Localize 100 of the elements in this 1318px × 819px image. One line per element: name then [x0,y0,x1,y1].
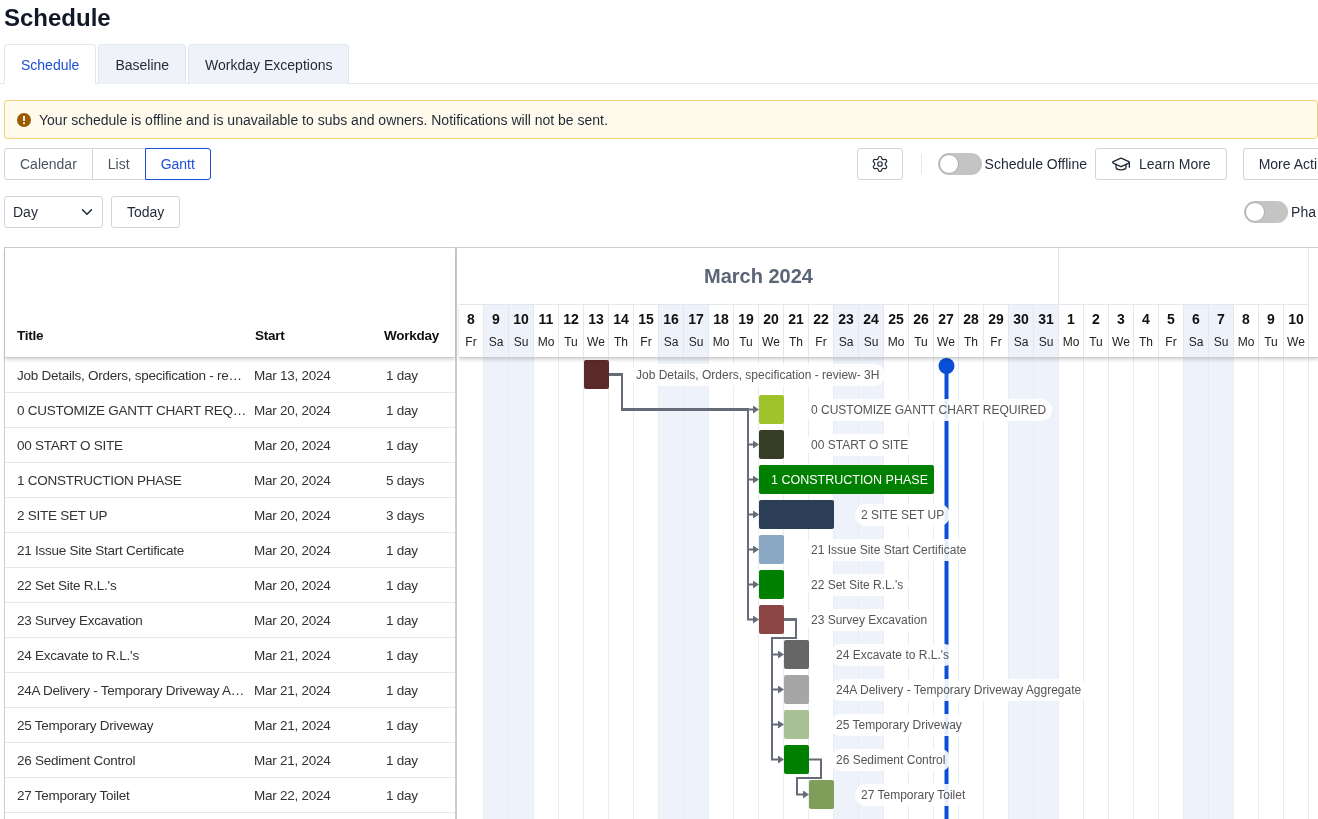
day-header: 8 Mo [1234,304,1259,357]
task-bar[interactable] [784,640,809,669]
workdays: 1 day [385,647,419,663]
day-header: 25 Mo [884,304,909,357]
day-header: 30 Sa [1009,304,1034,357]
task-bar[interactable] [759,535,784,564]
workdays: 1 day [385,787,419,803]
task-bar[interactable] [584,360,609,389]
day-header: 23 Sa [834,304,859,357]
workdays: 3 days [385,507,426,523]
task-title: 24A Delivery - Temporary Driveway A… [16,682,246,698]
more-actions-button[interactable]: More Acti [1242,148,1318,180]
bar-label: 22 Set Site R.L.'s [805,574,910,596]
toggle-switch[interactable] [1244,201,1289,223]
start-date: Mar 21, 2024 [254,752,332,768]
start-date: Mar 20, 2024 [254,507,332,523]
column-header: Start [254,328,286,343]
day-header: 5 Fr [1159,304,1184,357]
today-button[interactable]: Today [111,196,181,228]
day-header: 3 We [1109,304,1134,357]
day-header: 21 Th [784,304,809,357]
task-bar[interactable] [809,780,834,809]
task-title: 1 CONSTRUCTION PHASE [16,472,183,488]
toggle-label: Schedule Offline [984,156,1088,172]
view-switch-button[interactable]: List [91,148,146,180]
day-header: 26 Tu [909,304,934,357]
task-bar[interactable] [759,395,784,424]
task-title: 00 START O SITE [16,437,124,453]
task-title: 21 Issue Site Start Certificate [16,542,186,558]
day-header: 28 Th [959,304,984,357]
workdays: 1 day [385,612,419,628]
bar-label: 0 CUSTOMIZE GANTT CHART REQUIRED [805,399,1053,421]
day-header: 8 Fr [459,304,484,357]
tab[interactable]: Schedule [4,44,97,84]
task-bar[interactable] [759,605,784,634]
task-title: 24 Excavate to R.L.'s [16,647,140,663]
task-title: 27 Temporary Toilet [16,787,131,803]
task-bar[interactable] [784,745,809,774]
day-header: 13 We [584,304,609,357]
toggle-switch[interactable] [937,153,982,175]
day-header: 20 We [759,304,784,357]
start-date: Mar 20, 2024 [254,577,332,593]
day-header: 24 Su [859,304,884,357]
bar-label: 26 Sediment Control [830,749,952,771]
task-title: 22 Set Site R.L.'s [16,577,118,593]
start-date: Mar 20, 2024 [254,472,332,488]
day-header: 1 Mo [1059,304,1084,357]
day-header: 22 Fr [809,304,834,357]
workdays: 1 day [385,752,419,768]
day-header: 11 Mo [534,304,559,357]
day-header: 10 Su [509,304,534,357]
tab[interactable]: Workday Exceptions [188,44,350,84]
task-title: 26 Sediment Control [16,752,137,768]
workdays: 1 day [385,577,419,593]
day-header: 27 We [934,304,959,357]
day-header: 15 Fr [634,304,659,357]
start-date: Mar 20, 2024 [254,612,332,628]
start-date: Mar 13, 2024 [254,367,332,383]
column-header: Title [16,328,45,343]
zoom-select[interactable]: Day [4,196,103,228]
task-bar[interactable] [784,675,809,704]
day-header: 29 Fr [984,304,1009,357]
day-header: 17 Su [684,304,709,357]
task-bar[interactable] [759,500,834,529]
workdays: 1 day [385,402,419,418]
settings-button[interactable] [856,148,903,180]
task-title: 25 Temporary Driveway [16,717,155,733]
task-title: Job Details, Orders, specification - re… [16,367,243,383]
task-bar[interactable] [784,710,809,739]
settings-icon [870,155,889,173]
learn-more-button[interactable]: Learn More [1095,148,1227,180]
workdays: 1 day [385,542,419,558]
day-header: 4 Th [1134,304,1159,357]
day-header: 6 Sa [1184,304,1209,357]
column-header: Workday [384,328,441,343]
start-date: Mar 20, 2024 [254,542,332,558]
day-header: 9 Sa [484,304,509,357]
view-switch-button[interactable]: Gantt [144,148,211,180]
day-header: 10 We [1284,304,1309,357]
alert-text: Your schedule is offline and is unavailable to subs and owners. Notifications will not be sent. [39,111,608,128]
workdays: 5 days [385,472,426,488]
task-bar[interactable] [759,430,784,459]
view-switch-button[interactable]: Calendar [4,148,93,180]
workdays: 1 day [385,437,419,453]
toggle-label: Pha [1291,204,1316,220]
task-title: 23 Survey Excavation [16,612,144,628]
workdays: 1 day [385,717,419,733]
warning-icon [17,112,31,127]
start-date: Mar 20, 2024 [254,437,332,453]
bar-label: 2 SITE SET UP [855,504,951,526]
day-header: 9 Tu [1259,304,1284,357]
page-title: Schedule [4,4,111,32]
month-label: March 2024 [704,264,813,288]
day-header: 7 Su [1209,304,1234,357]
start-date: Mar 22, 2024 [254,787,332,803]
tab[interactable]: Baseline [98,44,187,84]
bar-label: Job Details, Orders, specification - review- 3H [630,364,886,386]
task-bar[interactable]: 1 CONSTRUCTION PHASE [759,465,934,494]
task-bar[interactable] [759,570,784,599]
day-header: 2 Tu [1084,304,1109,357]
